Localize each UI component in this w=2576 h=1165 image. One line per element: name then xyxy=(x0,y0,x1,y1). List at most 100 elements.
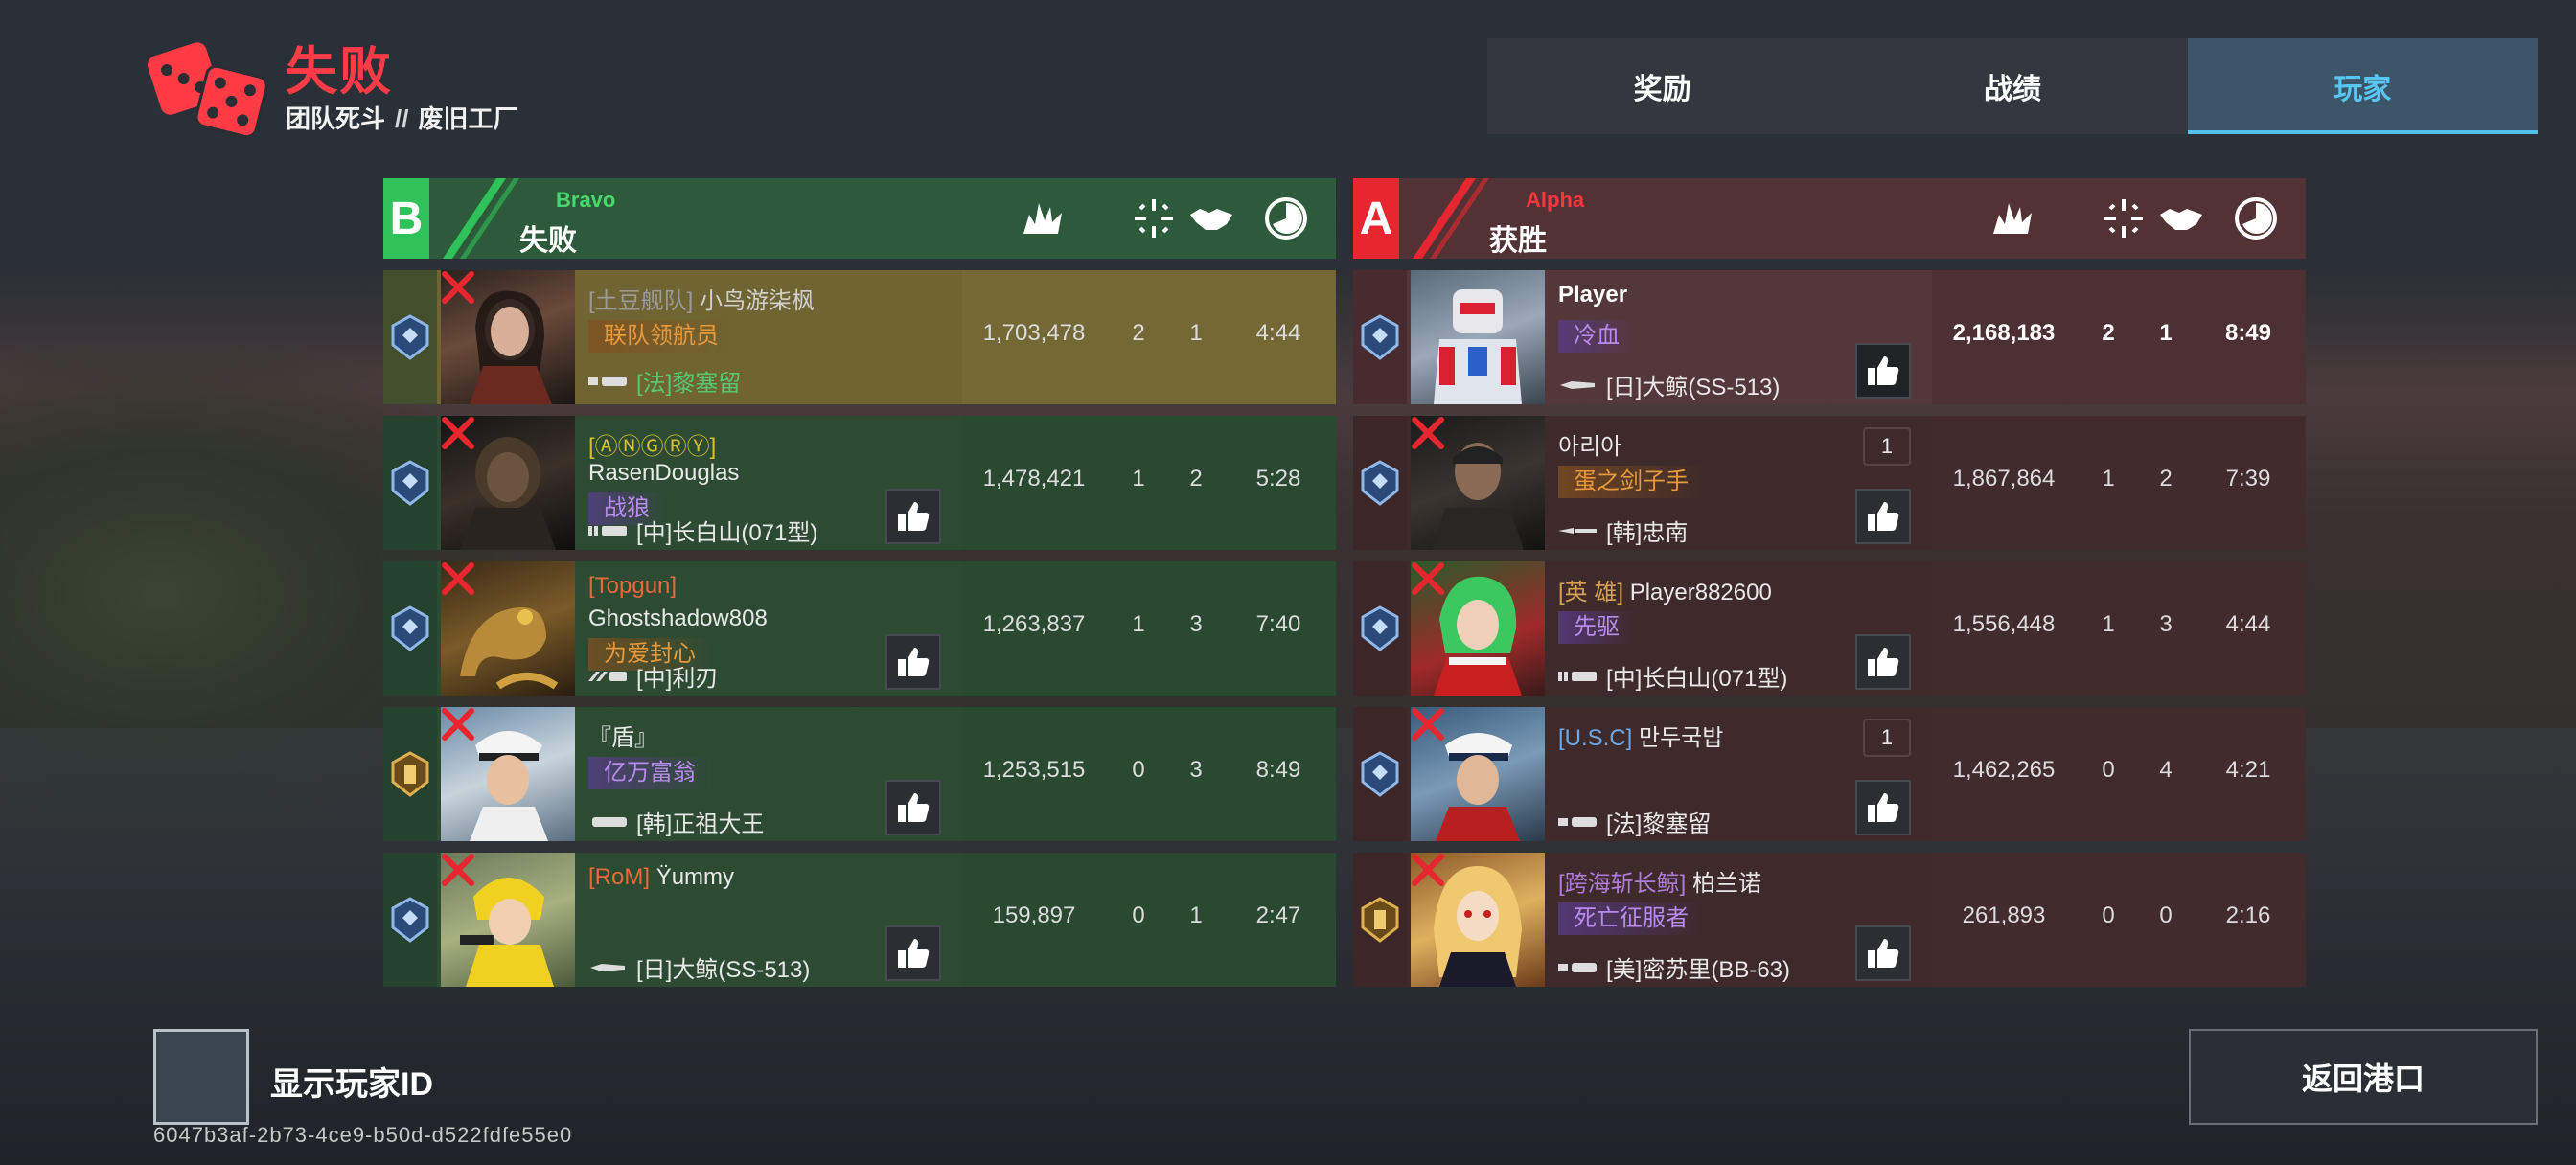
player-name: Player xyxy=(1558,282,1628,308)
cross-icon xyxy=(1412,854,1444,886)
assists-value: 4 xyxy=(2159,757,2173,783)
player-row[interactable]: [跨海斩长鲸] 柏兰诺 死亡征服者 [美]密苏里(BB-63) 261,893 … xyxy=(1353,853,2306,987)
player-row[interactable]: [RoM] Ÿummy [日]大鲸(SS-513) 159,897 0 1 2:… xyxy=(383,853,1336,987)
score-value: 1,462,265 xyxy=(1952,757,2056,783)
ship-class-icon xyxy=(1558,527,1597,534)
ship-class-icon xyxy=(592,816,627,827)
score-value: 1,253,515 xyxy=(982,757,1086,783)
player-title-badge: 联队领航员 xyxy=(588,320,734,353)
player-row[interactable]: Player 冷血 [日]大鲸(SS-513) 2,168,183 2 1 8:… xyxy=(1353,270,2306,404)
handshake-icon xyxy=(2160,209,2202,230)
player-title-badge: 死亡征服者 xyxy=(1558,902,1704,935)
cross-icon xyxy=(442,562,474,595)
show-player-id-checkbox[interactable] xyxy=(153,1029,249,1125)
team-alpha-header: A Alpha 获胜 xyxy=(1353,178,2306,259)
score-value: 261,893 xyxy=(1962,902,2046,928)
return-to-port-button[interactable]: 返回港口 xyxy=(2189,1029,2538,1125)
like-button[interactable] xyxy=(1855,343,1911,399)
cross-icon xyxy=(442,417,474,449)
like-button[interactable] xyxy=(886,780,941,835)
player-row[interactable]: 『盾』 亿万富翁 [韩]正祖大王 1,253,515 0 3 8:49 xyxy=(383,707,1336,841)
thumbs-up-icon xyxy=(898,939,930,968)
kills-value: 1 xyxy=(2102,611,2115,637)
like-button[interactable] xyxy=(1855,489,1911,544)
map-name: 废旧工厂 xyxy=(418,104,518,133)
player-row[interactable]: [U.S.C] 만두국밥 1 [法]黎塞留 1,462,265 0 4 4:21 xyxy=(1353,707,2306,841)
cross-icon xyxy=(1412,708,1444,741)
player-name: 小鸟游柒枫 xyxy=(700,288,816,314)
assists-value: 3 xyxy=(1189,757,1203,783)
player-row[interactable]: [Topgun] Ghostshadow808 为爱封心 [中]利刃 1,263… xyxy=(383,561,1336,696)
ship-name: [韩]忠南 xyxy=(1558,514,1688,547)
team-status: 失败 xyxy=(519,225,577,257)
tab-rewards[interactable]: 奖励 xyxy=(1487,38,1837,134)
assists-value: 3 xyxy=(2159,611,2173,637)
clan-tag: [土豆舰队] xyxy=(588,288,694,314)
like-button[interactable] xyxy=(1855,634,1911,690)
team-bravo-panel: B Bravo 失败 [土豆舰队] 小鸟游柒枫 联队领航员 [法]黎塞留 1,7… xyxy=(383,178,1336,987)
clan-tag: [RoM] xyxy=(588,864,651,890)
like-button[interactable] xyxy=(886,925,941,981)
like-button[interactable] xyxy=(886,489,941,544)
ship-name: [中]长白山(071型) xyxy=(1558,659,1787,693)
ship-name: [法]黎塞留 xyxy=(588,364,741,398)
show-player-id-label: 显示玩家ID xyxy=(270,1066,433,1103)
time-value: 5:28 xyxy=(1255,466,1301,491)
team-stripe-decoration xyxy=(1413,178,1489,259)
handshake-icon xyxy=(1190,209,1232,230)
rank-badge-icon xyxy=(391,314,429,360)
thumbs-up-icon xyxy=(898,793,930,822)
rank-badge-icon xyxy=(391,460,429,506)
match-result-title: 失败 xyxy=(286,43,393,101)
player-title-badge: 亿万富翁 xyxy=(588,757,711,789)
like-count-badge: 1 xyxy=(1863,427,1911,466)
like-count-badge: 1 xyxy=(1863,719,1911,757)
tab-players[interactable]: 玩家 xyxy=(2187,38,2539,134)
player-row[interactable]: [土豆舰队] 小鸟游柒枫 联队领航员 [法]黎塞留 1,703,478 2 1 … xyxy=(383,270,1336,404)
player-row[interactable]: 아리아 1 蛋之剑子手 [韩]忠南 1,867,864 1 2 7:39 xyxy=(1353,416,2306,550)
player-name: 만두국밥 xyxy=(1639,725,1724,751)
player-name: 『盾』 xyxy=(588,725,657,751)
rank-badge-icon xyxy=(1361,605,1399,651)
like-button[interactable] xyxy=(886,634,941,690)
cross-icon xyxy=(1412,562,1444,595)
explosion-icon xyxy=(1024,203,1062,234)
clan-tag: [U.S.C] xyxy=(1558,725,1633,751)
assists-value: 0 xyxy=(2159,902,2173,928)
time-value: 2:16 xyxy=(2225,902,2271,928)
ship-name: [中]利刃 xyxy=(588,659,718,693)
kills-value: 1 xyxy=(1132,466,1145,491)
assists-value: 1 xyxy=(1189,902,1203,928)
player-row[interactable]: [ⒶⓃⒼⓇⓎ] RasenDouglas 战狼 [中]长白山(071型) 1,4… xyxy=(383,416,1336,550)
clan-tag: [Topgun] xyxy=(588,573,678,599)
player-row[interactable]: [英 雄] Player882600 先驱 [中]长白山(071型) 1,556… xyxy=(1353,561,2306,696)
crosshair-icon xyxy=(2104,199,2143,238)
kills-value: 2 xyxy=(2102,320,2115,346)
score-value: 1,556,448 xyxy=(1952,611,2056,637)
like-button[interactable] xyxy=(1855,780,1911,835)
time-value: 2:47 xyxy=(1255,902,1301,928)
ship-name: [日]大鲸(SS-513) xyxy=(1558,368,1780,401)
ship-name: [法]黎塞留 xyxy=(1558,805,1711,838)
rank-badge-icon xyxy=(1361,751,1399,797)
thumbs-up-icon xyxy=(1868,502,1899,531)
match-id: 6047b3af-2b73-4ce9-b50d-d522fdfe55e0 xyxy=(153,1123,573,1147)
player-avatar xyxy=(1411,270,1545,404)
kills-value: 2 xyxy=(1132,320,1145,346)
like-button[interactable] xyxy=(1855,925,1911,981)
assists-value: 2 xyxy=(2159,466,2173,491)
time-value: 4:44 xyxy=(1255,320,1301,346)
ship-class-icon xyxy=(1558,816,1597,827)
tab-stats[interactable]: 战绩 xyxy=(1837,38,2187,134)
time-value: 4:44 xyxy=(2225,611,2271,637)
ship-name: [韩]正祖大王 xyxy=(588,805,764,838)
player-title-badge: 冷血 xyxy=(1558,320,1635,353)
player-title-badge: 蛋之剑子手 xyxy=(1558,466,1704,498)
ship-name: [中]长白山(071型) xyxy=(588,514,817,547)
dice-icon xyxy=(147,42,268,139)
rank-badge-icon xyxy=(391,751,429,797)
clan-tag: [跨海斩长鲸] xyxy=(1558,871,1687,897)
rank-badge-icon xyxy=(1361,897,1399,943)
crosshair-icon xyxy=(1135,199,1173,238)
time-value: 7:40 xyxy=(1255,611,1301,637)
